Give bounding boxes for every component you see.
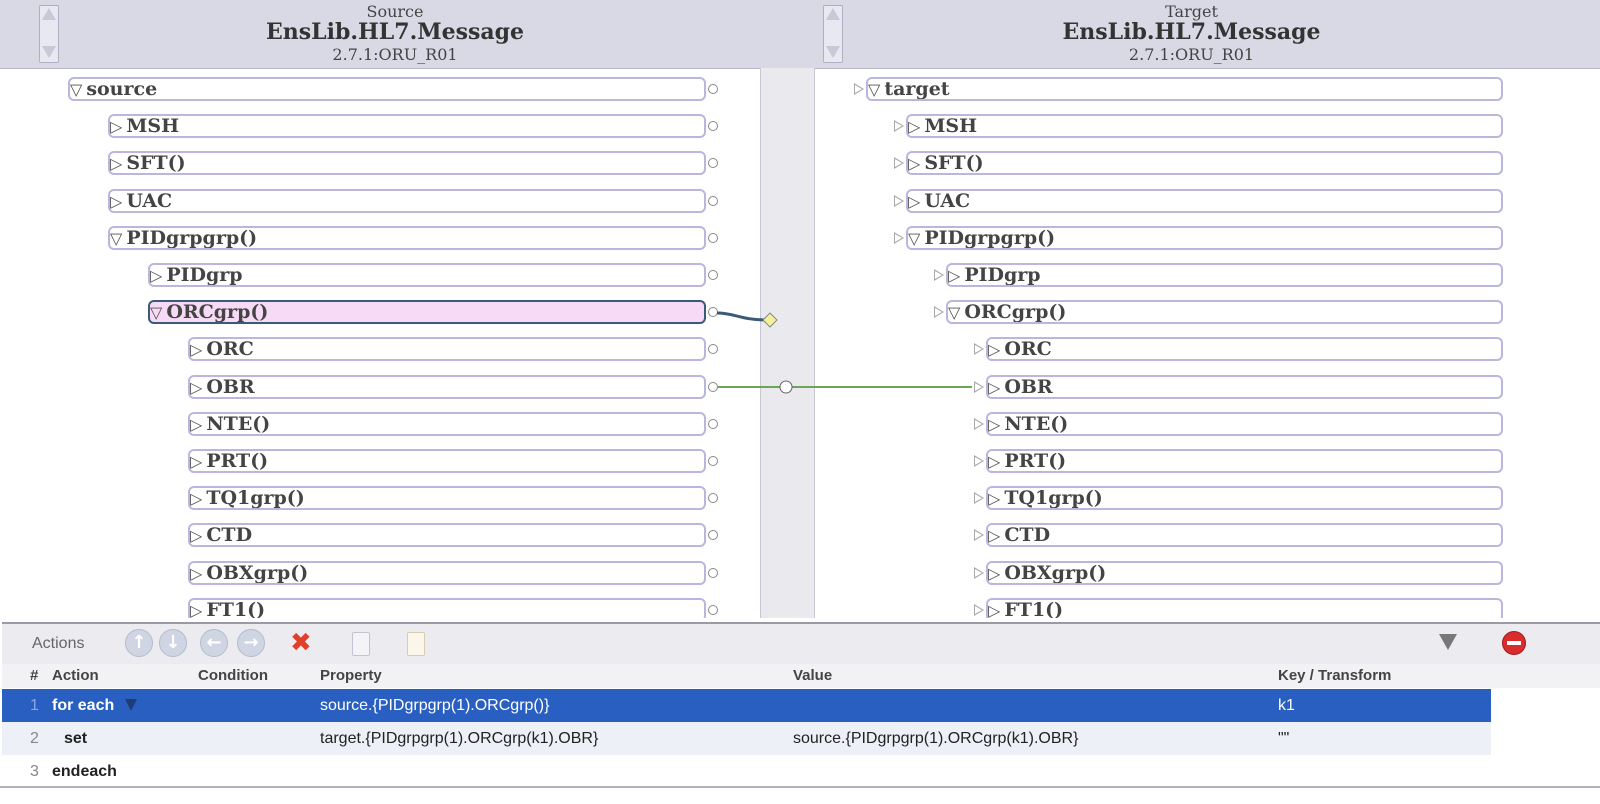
action-dropdown-icon[interactable] [125, 699, 137, 711]
table-row[interactable]: 2 set target.{PIDgrpgrp(1).ORCgrp(k1).OB… [2, 722, 1491, 755]
row-key: "" [1278, 730, 1290, 747]
actions-table-header: # Action Condition Property Value Key / … [2, 664, 1600, 688]
delete-icon[interactable]: ✖ [290, 628, 312, 658]
table-bottom-border [0, 786, 1600, 788]
row-property: target.{PIDgrpgrp(1).ORCgrp(k1).OBR} [320, 730, 599, 747]
table-row[interactable]: 1 for each source.{PIDgrpgrp(1).ORCgrp()… [2, 689, 1491, 722]
row-num: 1 [30, 697, 39, 714]
target-doc-type: 2.7.1:ORU_R01 [1128, 45, 1255, 64]
move-up-icon[interactable]: ↑ [125, 629, 153, 657]
row-action: endeach [52, 763, 117, 780]
move-right-icon[interactable]: → [237, 629, 265, 657]
col-key: Key / Transform [1278, 667, 1392, 684]
foreach-diamond-icon[interactable] [762, 312, 778, 328]
move-down-icon[interactable]: ↓ [159, 629, 187, 657]
source-doc-type: 2.7.1:ORU_R01 [332, 45, 458, 64]
paste-icon[interactable] [407, 632, 425, 656]
links-layer [716, 311, 972, 394]
col-num: # [30, 667, 39, 684]
link-orcgrp-foreach[interactable] [716, 311, 769, 322]
source-header: Source EnsLib.HL7.Message 2.7.1:ORU_R01 [0, 0, 760, 69]
actions-toolbar: Actions ↑ ↓ ← → ✖ [2, 622, 1600, 666]
row-num: 3 [30, 763, 39, 780]
target-header: Target EnsLib.HL7.Message 2.7.1:ORU_R01 [813, 0, 1600, 69]
remove-icon[interactable] [1502, 631, 1526, 655]
header-gap [760, 0, 813, 69]
col-property: Property [320, 667, 382, 684]
target-class-name: EnsLib.HL7.Message [1062, 19, 1321, 45]
table-row[interactable]: 3 endeach [2, 755, 1491, 788]
row-action: set [64, 730, 88, 747]
link-midpoint[interactable] [779, 380, 793, 394]
row-key: k1 [1278, 697, 1295, 714]
row-value: source.{PIDgrpgrp(1).ORCgrp(k1).OBR} [793, 730, 1079, 747]
col-value: Value [793, 667, 833, 684]
row-action: for each [52, 697, 115, 714]
filter-icon[interactable] [1439, 634, 1457, 650]
row-property: source.{PIDgrpgrp(1).ORCgrp()} [320, 697, 550, 714]
col-condition: Condition [198, 667, 268, 684]
copy-icon[interactable] [352, 632, 370, 656]
source-class-name: EnsLib.HL7.Message [266, 19, 524, 45]
actions-title: Actions [32, 635, 85, 652]
move-left-icon[interactable]: ← [200, 629, 228, 657]
col-action: Action [52, 667, 99, 684]
row-num: 2 [30, 730, 39, 747]
